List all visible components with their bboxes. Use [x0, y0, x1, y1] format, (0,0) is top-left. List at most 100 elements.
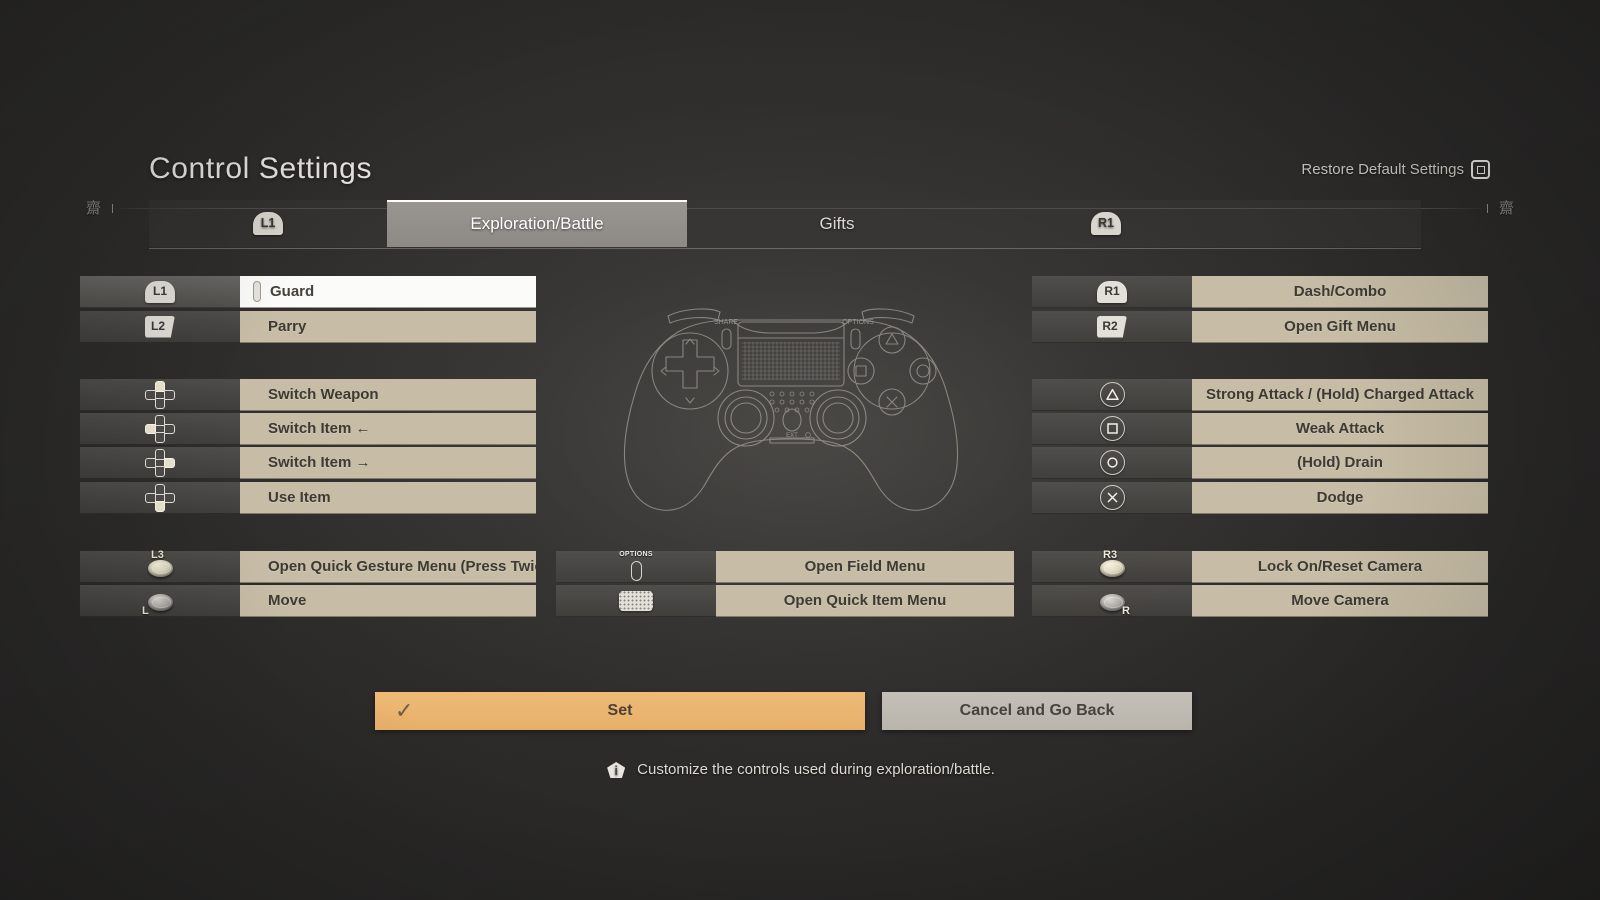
binding-action[interactable]: (Hold) Drain [1192, 447, 1488, 479]
hint-bar: i Customize the controls used during exp… [0, 758, 1600, 780]
stick-label: R [1122, 604, 1130, 617]
stick-label: L3 [151, 548, 164, 561]
tab-bar: L1 Exploration/Battle Gifts R1 [149, 200, 1421, 249]
binding-row[interactable]: Switch Item ← [80, 413, 536, 445]
binding-action[interactable]: Parry [240, 311, 536, 343]
ornament-left-icon: 齋 [86, 199, 102, 217]
binding-row[interactable]: OPTIONS Open Field Menu [556, 551, 1014, 583]
cross-button-icon [1099, 485, 1125, 510]
binding-key: L [80, 585, 240, 617]
binding-action-label: Switch Weapon [268, 386, 379, 403]
edit-cursor-icon [253, 281, 261, 302]
options-button-label: OPTIONS [619, 550, 653, 558]
rule-tick-left [112, 203, 114, 213]
binding-action[interactable]: Dash/Combo [1192, 276, 1488, 308]
options-label: OPTIONS [842, 319, 874, 326]
binding-action[interactable]: Open Quick Gesture Menu (Press Twice) [240, 551, 536, 583]
binding-row[interactable]: L1 Guard [80, 276, 536, 308]
binding-row[interactable]: L2 Parry [80, 311, 536, 343]
tab-prev-bumper[interactable]: L1 [149, 200, 387, 247]
binding-row[interactable]: R3 Lock On/Reset Camera [1032, 549, 1488, 583]
binding-action-label: Open Quick Item Menu [783, 592, 947, 609]
binding-action[interactable]: Strong Attack / (Hold) Charged Attack [1192, 379, 1488, 411]
shoulder-l1-icon: L1 [253, 212, 283, 235]
binding-action-label: Open Field Menu [804, 558, 926, 575]
binding-action[interactable]: Switch Item → [240, 447, 536, 479]
binding-action-label: Switch Item → [268, 454, 371, 471]
binding-row[interactable]: Open Quick Item Menu [556, 585, 1014, 617]
binding-row[interactable]: (Hold) Drain [1032, 447, 1488, 479]
binding-action[interactable]: Move Camera [1192, 585, 1488, 617]
binding-action-label: Guard [270, 283, 315, 300]
tab-label: Gifts [819, 213, 855, 233]
options-button-icon: OPTIONS [619, 550, 653, 582]
binding-action-label: Dash/Combo [1293, 283, 1387, 300]
binding-row[interactable]: Dodge [1032, 482, 1488, 514]
binding-row[interactable]: Switch Item → [80, 447, 536, 479]
binding-action[interactable]: Lock On/Reset Camera [1192, 551, 1488, 583]
dpad-up-icon [145, 380, 175, 409]
shoulder-r1-icon: R1 [1091, 212, 1121, 235]
binding-key: R [1032, 585, 1192, 617]
binding-action-label: Switch Item ← [268, 420, 371, 437]
binding-action-label: Strong Attack / (Hold) Charged Attack [1205, 386, 1475, 403]
binding-key [1032, 447, 1192, 479]
dualshock-controller-diagram: SHARE OPTIONS EXT [600, 298, 982, 533]
binding-key [80, 482, 240, 514]
tab-gifts[interactable]: Gifts [687, 200, 987, 247]
binding-row[interactable]: R2 Open Gift Menu [1032, 311, 1488, 343]
binding-action[interactable]: Open Field Menu [716, 551, 1014, 583]
binding-action[interactable]: Guard [240, 276, 536, 308]
shoulder-r1-icon: R1 [1097, 280, 1127, 303]
triangle-button-icon [1099, 382, 1125, 407]
binding-action[interactable]: Move [240, 585, 536, 617]
binding-action[interactable]: Open Quick Item Menu [716, 585, 1014, 617]
binding-row[interactable]: Switch Weapon [80, 379, 536, 411]
binding-key [80, 447, 240, 479]
binding-action[interactable]: Switch Item ← [240, 413, 536, 445]
tab-next-bumper[interactable]: R1 [987, 200, 1225, 247]
binding-action-label: Lock On/Reset Camera [1257, 558, 1423, 575]
binding-action-label: Move Camera [1291, 592, 1389, 609]
square-button-icon [1099, 416, 1125, 441]
binding-row[interactable]: Use Item [80, 482, 536, 514]
binding-action-label: Open Gift Menu [1284, 318, 1396, 335]
binding-action-label: Parry [268, 318, 307, 335]
binding-action[interactable]: Open Gift Menu [1192, 311, 1488, 343]
binding-row[interactable]: L3 Open Quick Gesture Menu (Press Twice) [80, 548, 536, 583]
binding-action-label: Open Quick Gesture Menu (Press Twice) [268, 558, 536, 575]
trigger-r2-icon: R2 [1097, 315, 1127, 338]
binding-key [1032, 482, 1192, 514]
dpad-left-icon [145, 414, 175, 443]
binding-row[interactable]: R Move Camera [1032, 585, 1488, 617]
share-label: SHARE [714, 319, 738, 326]
binding-key [1032, 413, 1192, 445]
shoulder-l1-icon: L1 [145, 280, 175, 303]
binding-row[interactable]: L Move [80, 585, 536, 617]
stick-r-icon: R [1090, 586, 1134, 616]
cancel-button[interactable]: Cancel and Go Back [882, 692, 1192, 730]
control-settings-screen: Control Settings Restore Default Setting… [0, 0, 1600, 900]
binding-action[interactable]: Switch Weapon [240, 379, 536, 411]
stick-l-icon: L [138, 586, 182, 616]
binding-row[interactable]: Strong Attack / (Hold) Charged Attack [1032, 379, 1488, 411]
binding-row[interactable]: R1 Dash/Combo [1032, 276, 1488, 308]
binding-action[interactable]: Dodge [1192, 482, 1488, 514]
binding-row[interactable]: Weak Attack [1032, 413, 1488, 445]
binding-action[interactable]: Use Item [240, 482, 536, 514]
stick-label: L [142, 604, 149, 617]
set-button[interactable]: ✓ Set [375, 692, 865, 730]
set-button-label: Set [607, 702, 633, 719]
tab-label: Exploration/Battle [470, 213, 604, 233]
restore-default-settings[interactable]: Restore Default Settings [1301, 160, 1490, 179]
square-button-icon [1471, 160, 1490, 179]
tab-exploration-battle[interactable]: Exploration/Battle [387, 200, 687, 247]
binding-key [80, 413, 240, 445]
binding-action[interactable]: Weak Attack [1192, 413, 1488, 445]
dpad-right-icon [145, 448, 175, 477]
rule-tick-right [1486, 203, 1488, 213]
binding-key: L1 [80, 276, 240, 308]
binding-key [80, 379, 240, 411]
binding-action-label: Dodge [1316, 489, 1364, 506]
binding-key: R2 [1032, 311, 1192, 343]
